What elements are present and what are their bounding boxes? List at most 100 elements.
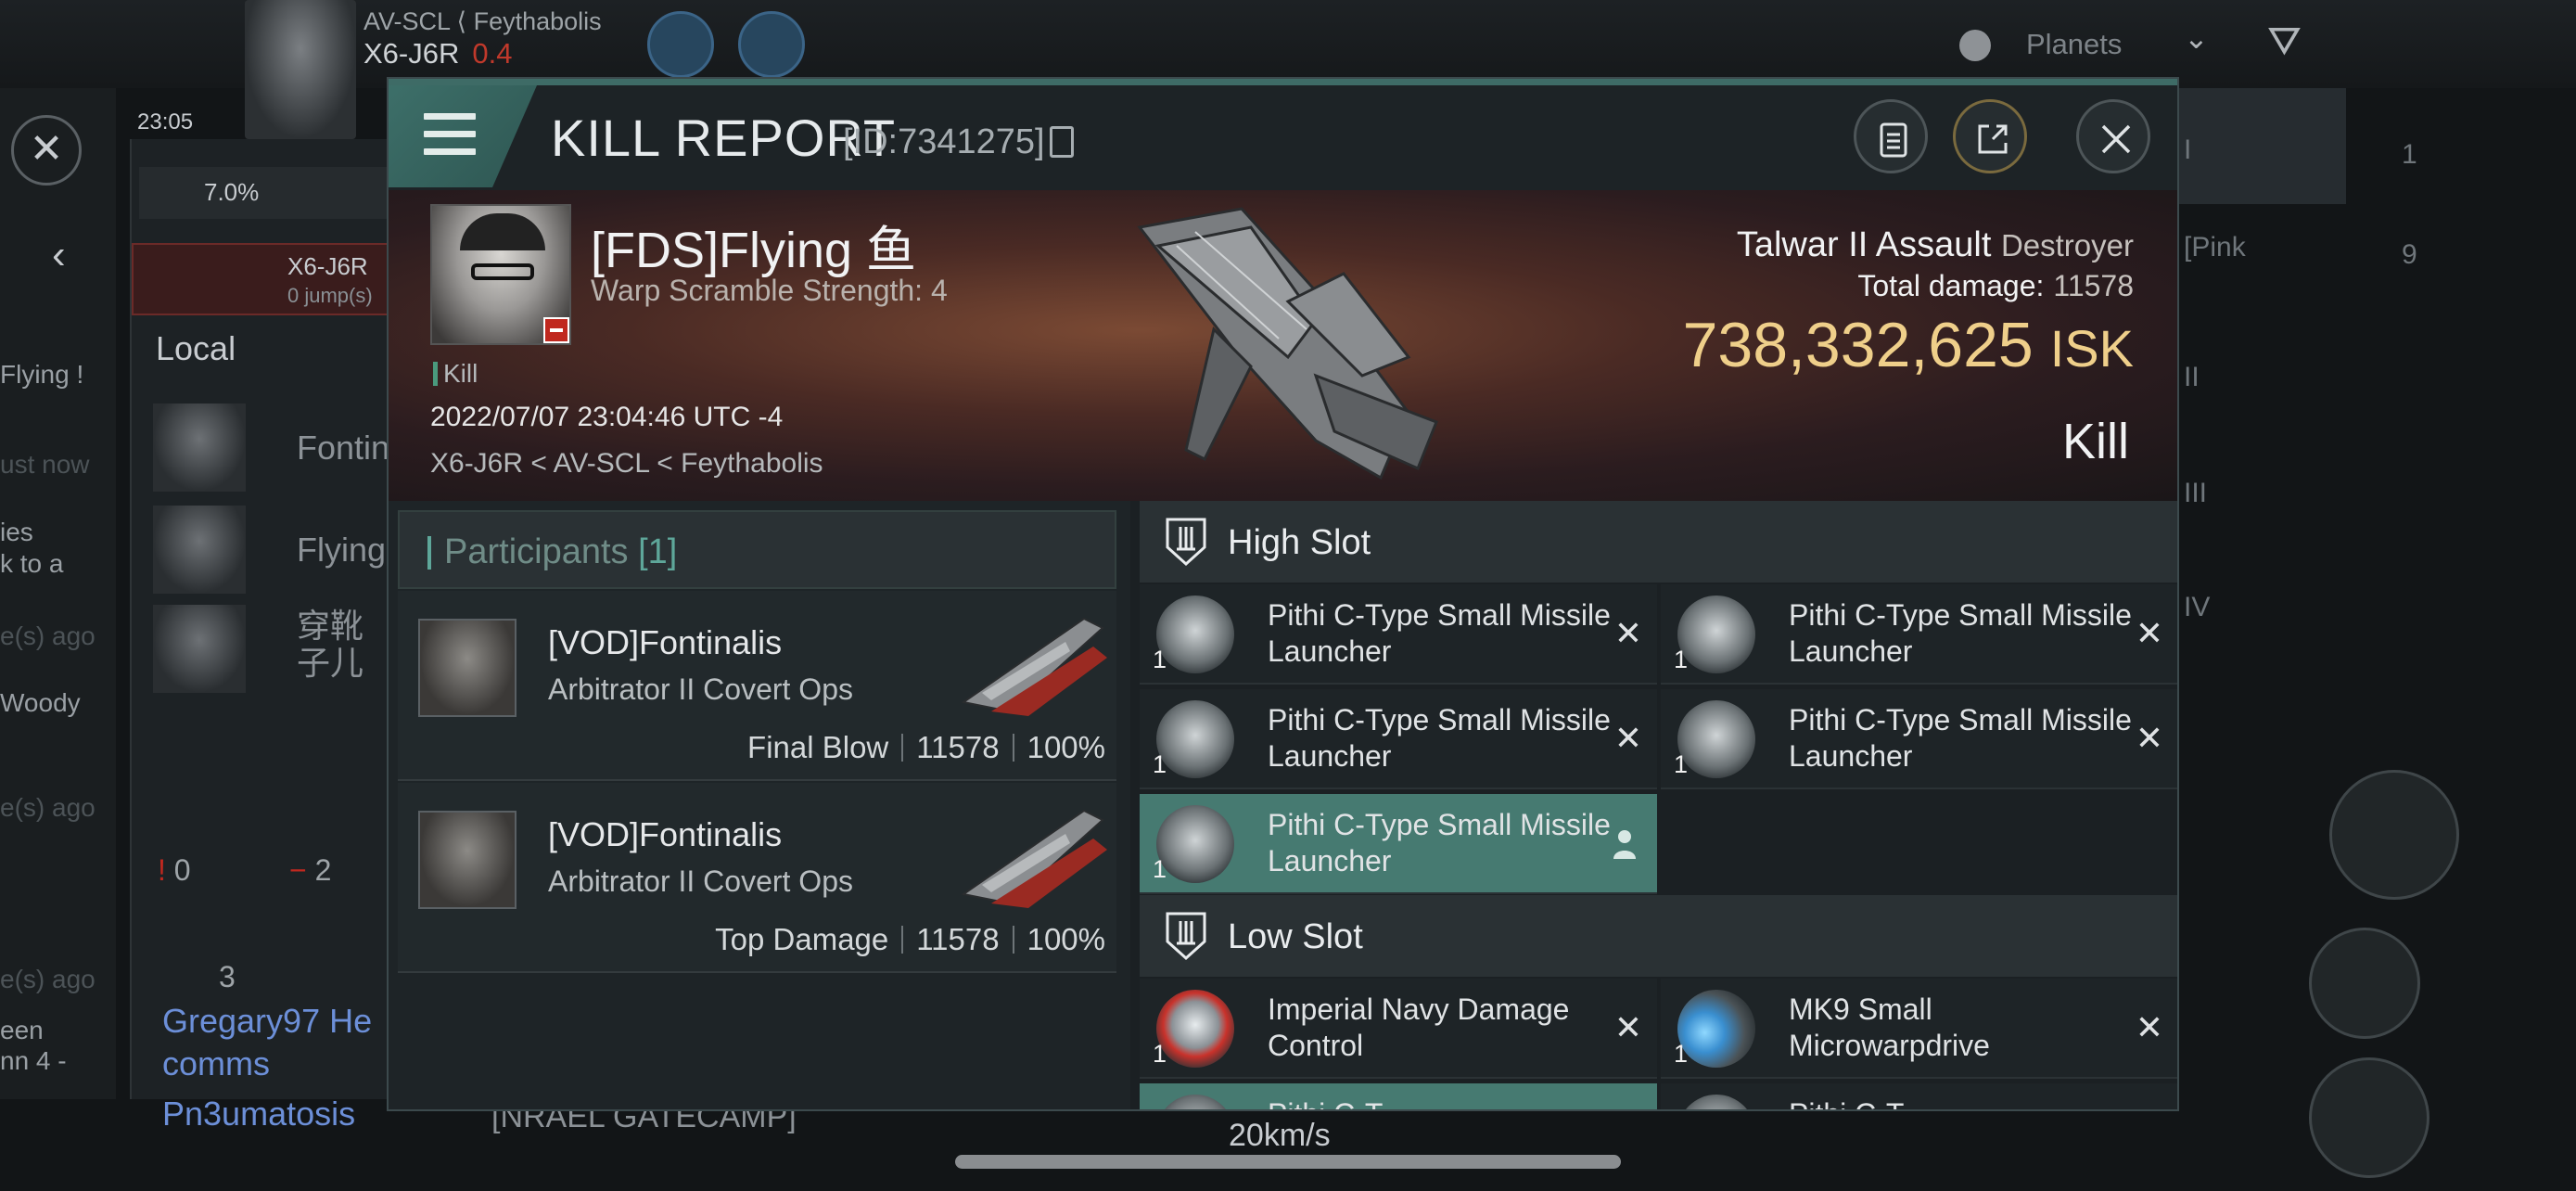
chevron-down-icon: ⌄ [2184, 21, 2209, 55]
damage-control-icon [1156, 990, 1234, 1068]
module-item[interactable]: 1 Pithi C-Type Small Missile Launcher ✕ [1661, 584, 2177, 685]
destroyed-icon: ✕ [1613, 614, 1642, 652]
chevron-left-icon[interactable]: ‹ [52, 232, 66, 278]
module-item[interactable]: Pithi C-T [1661, 1083, 2177, 1109]
module-name: MK9 Small Microwarpdrive [1789, 992, 1990, 1062]
module-name: Pithi C-Type Small Missile Launcher [1268, 598, 1611, 668]
module-name: Pithi C-Type Small Missile Launcher [1268, 808, 1611, 877]
kill-location[interactable]: X6-J6R < AV-SCL < Feythabolis [430, 448, 823, 480]
participant-ship: Arbitrator II Covert Ops [548, 864, 853, 898]
module-qty: 1 [1674, 646, 1689, 673]
current-system[interactable]: X6-J6R 0.4 [363, 37, 512, 70]
dropped-item-icon [1613, 830, 1636, 859]
system-name: X6-J6R [363, 37, 460, 70]
module-item[interactable]: 1 Pithi C-Type Small Missile Launcher ✕ [1661, 689, 2177, 789]
warp-scramble-strength: Warp Scramble Strength: 4 [591, 274, 948, 307]
alert-count: ! 0 [158, 853, 191, 887]
victim-ship-name[interactable]: Talwar II Assault Destroyer [1737, 225, 2134, 265]
participant-name: [VOD]Fontinalis [548, 623, 783, 661]
copy-icon[interactable] [1050, 126, 1074, 158]
overview-item: IV [2184, 592, 2211, 622]
hamburger-icon [424, 113, 476, 156]
hostile-standing-icon [543, 317, 569, 343]
module-item[interactable]: 1 Imperial Navy Damage Control ✕ [1140, 979, 1657, 1079]
alliance-emblem[interactable] [738, 11, 805, 78]
corp-emblem[interactable] [647, 11, 714, 78]
ship-class: Destroyer [2000, 228, 2134, 263]
participant-row[interactable]: [VOD]Fontinalis Arbitrator II Covert Ops… [398, 591, 1116, 781]
participant-ship-image [961, 809, 1107, 908]
drone-icon[interactable] [2309, 1057, 2429, 1178]
planets-dropdown[interactable]: Planets ⌄ [1933, 0, 2212, 88]
low-slot-label: Low Slot [1228, 917, 1363, 956]
close-icon[interactable]: ✕ [11, 115, 82, 186]
autopilot-jumps: 0 jump(s) [287, 284, 373, 307]
chat-snippet: e(s) ago [0, 965, 96, 993]
total-damage: Total damage: 11578 [1857, 269, 2134, 302]
chat-line: Gregary97 He [162, 1002, 373, 1040]
module-slot-icon[interactable] [2309, 928, 2420, 1039]
destroyed-icon: ✕ [2135, 719, 2163, 757]
local-member-avatar[interactable] [153, 403, 246, 492]
module-qty: 1 [1153, 646, 1167, 673]
close-icon [2101, 124, 2131, 154]
missile-launcher-icon [1156, 1095, 1234, 1109]
close-button[interactable] [2076, 99, 2150, 173]
menu-button[interactable] [389, 85, 537, 187]
destroyed-icon: ✕ [1613, 719, 1642, 757]
home-indicator[interactable] [955, 1155, 1621, 1169]
overview-item: III [2184, 478, 2208, 508]
report-button[interactable] [1854, 99, 1928, 173]
victim-name[interactable]: [FDS]Flying 鱼 [591, 209, 916, 282]
participant-row[interactable]: [VOD]Fontinalis Arbitrator II Covert Ops… [398, 783, 1116, 973]
filter-icon[interactable]: ⛛ [2267, 19, 2302, 65]
module-item[interactable]: 1 Pithi C-Type Small Missile Launcher ✕ [1140, 584, 1657, 685]
low-slot-header: Low Slot [1140, 895, 2177, 977]
overview-count: 9 [2402, 239, 2417, 270]
module-name: Pithi C-Type Small Missile Launcher [1268, 703, 1611, 773]
isk-value: 738,332,625 ISK [1682, 310, 2134, 380]
clipboard-icon [1880, 122, 1907, 158]
victim-avatar[interactable] [430, 204, 571, 345]
module-qty: 1 [1153, 1040, 1167, 1068]
local-member-avatar[interactable] [153, 506, 246, 594]
module-name: Pithi C-Type Small Missile Launcher [1789, 598, 2132, 668]
module-qty: 1 [1674, 750, 1689, 778]
module-name: Pithi C-T [1268, 1096, 1611, 1109]
security-status: 0.4 [472, 37, 513, 70]
missile-launcher-icon [1677, 596, 1755, 673]
participants-panel: Participants [1] [VOD]Fontinalis Arbitra… [389, 501, 1130, 1109]
kill-datetime: 2022/07/07 23:04:46 UTC -4 [430, 402, 784, 432]
module-item[interactable]: 1 Pithi C-Type Small Missile Launcher [1140, 794, 1657, 894]
local-member-name[interactable]: Flying [297, 531, 386, 570]
module-name: Pithi C-Type Small Missile Launcher [1789, 703, 2132, 773]
module-item[interactable]: 1 MK9 Small Microwarpdrive ✕ [1661, 979, 2177, 1079]
high-slot-header: High Slot [1140, 501, 2177, 583]
chat-line: Pn3umatosis [162, 1095, 356, 1133]
player-portrait[interactable] [245, 0, 356, 139]
missile-launcher-icon [1156, 700, 1234, 778]
local-member-name[interactable]: 穿靴子儿 [297, 608, 371, 682]
overview-item: II [2184, 362, 2200, 392]
planet-icon [1959, 30, 1991, 61]
people-count: 3 [219, 960, 236, 993]
participant-avatar[interactable] [418, 619, 516, 717]
warp-swap-icon[interactable] [2329, 770, 2459, 900]
participant-avatar[interactable] [418, 811, 516, 909]
dialog-accent-line [389, 79, 2177, 85]
system-path: AV-SCL ⟨ Feythabolis [363, 7, 602, 35]
cargo-capacity[interactable]: 7.0% [139, 167, 399, 219]
local-member-avatar[interactable] [153, 605, 246, 693]
local-member-name[interactable]: Fontin [297, 429, 389, 467]
module-item[interactable]: Pithi C-T [1140, 1083, 1657, 1109]
kill-banner: [FDS]Flying 鱼 Warp Scramble Strength: 4 … [389, 190, 2177, 501]
module-item[interactable]: 1 Pithi C-Type Small Missile Launcher ✕ [1140, 689, 1657, 789]
chat-snippet: Flying ! [0, 360, 84, 389]
hostile-count: − 2 [289, 853, 332, 887]
overview-item: I [2184, 134, 2192, 165]
kill-tag: Kill [433, 359, 478, 389]
missile-launcher-icon [1156, 805, 1234, 883]
chat-snippet: Woody [0, 688, 81, 717]
participants-label: Participants [444, 532, 629, 571]
share-button[interactable] [1953, 99, 2027, 173]
